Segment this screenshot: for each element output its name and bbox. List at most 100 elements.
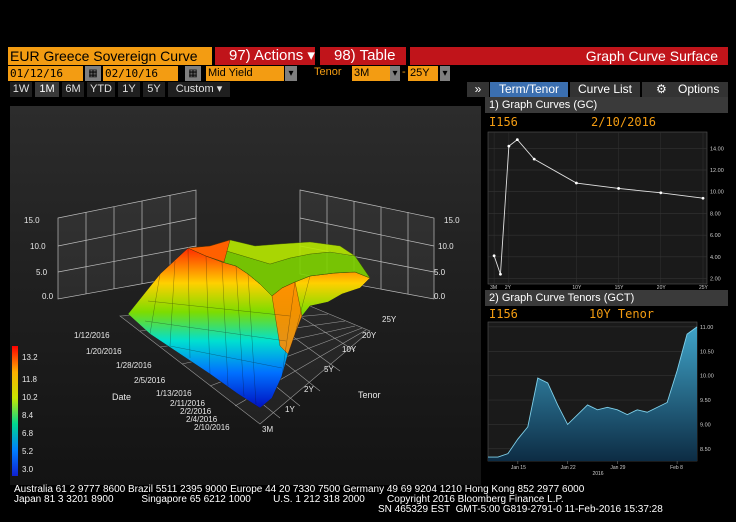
gct-y-tick: 11.00 — [700, 325, 713, 331]
date-axis-tick: 1/13/2016 — [156, 389, 192, 398]
left-wall-tick: 15.0 — [24, 216, 40, 225]
surface-svg: 15.0 10.0 5.0 0.0 15.0 10.0 5.0 0.0 1/12… — [12, 189, 460, 476]
gc-point — [617, 187, 620, 190]
tenor-to-select[interactable]: 25Y — [408, 66, 438, 81]
left-wall-tick: 5.0 — [36, 268, 48, 277]
gc-point — [499, 272, 502, 276]
left-wall-tick: 0.0 — [42, 292, 54, 301]
start-date-field[interactable]: 01/12/16 — [8, 66, 83, 81]
gc-point — [532, 157, 536, 161]
gct-x-tick: Jan 22 — [561, 465, 576, 471]
actions-button[interactable]: 97) Actions ▾ — [215, 47, 315, 65]
end-date-calendar-icon[interactable]: ▦ — [185, 66, 201, 81]
tab-term-tenor[interactable]: Term/Tenor — [490, 82, 568, 97]
gc-y-tick: 14.00 — [710, 146, 724, 152]
gc-x-tick: 10Y — [572, 285, 582, 289]
actions-label: 97) Actions ▾ — [229, 47, 315, 64]
tenor-axis-tick: 20Y — [362, 331, 377, 340]
gc-y-tick: 2.00 — [710, 277, 721, 283]
gc-point — [575, 181, 578, 185]
date-axis-tick: 1/12/2016 — [74, 331, 110, 340]
right-wall-tick: 15.0 — [444, 216, 460, 225]
tenor-from-dropdown-icon[interactable]: ▾ — [390, 66, 400, 81]
legend-label: 11.8 — [22, 375, 38, 384]
gc-y-tick: 4.00 — [710, 255, 721, 261]
footer-session: SN 465329 EST GMT-5:00 G819-2791-0 11-Fe… — [378, 504, 663, 515]
tenor-label: Tenor — [314, 66, 342, 78]
gc-point — [507, 144, 511, 148]
table-label: 98) Table — [334, 47, 396, 64]
tenor-axis-tick: 2Y — [304, 385, 314, 394]
legend-label: 13.2 — [22, 353, 38, 362]
right-wall-tick: 0.0 — [434, 292, 446, 301]
gc-x-tick: 2Y — [505, 285, 512, 289]
tenor-axis-label: Tenor — [358, 390, 381, 400]
gct-y-tick: 10.00 — [700, 374, 714, 380]
tenor-axis-tick: 3M — [262, 425, 273, 434]
gct-y-tick: 9.00 — [700, 422, 711, 428]
date-axis-tick: 2/5/2016 — [134, 376, 166, 385]
gc-plot-area — [487, 131, 708, 285]
tenor-to-dropdown-icon[interactable]: ▾ — [440, 66, 450, 81]
left-wall-tick: 10.0 — [30, 242, 46, 251]
end-date-field[interactable]: 02/10/16 — [103, 66, 178, 81]
options-button[interactable]: ⚙ Options — [642, 82, 728, 97]
range-6m[interactable]: 6M — [62, 82, 84, 97]
gct-x-tick: Feb 8 — [670, 465, 683, 471]
panel-curve-tenors-header[interactable]: 2) Graph Curve Tenors (GCT) — [485, 290, 728, 306]
range-1y[interactable]: 1Y — [118, 82, 140, 97]
range-custom[interactable]: Custom ▾ — [168, 82, 230, 97]
tenor-separator: - — [402, 66, 406, 78]
gc-point — [701, 196, 705, 200]
legend-label: 6.8 — [22, 429, 34, 438]
tenor-axis-tick: 5Y — [324, 365, 334, 374]
tenor-from-select[interactable]: 3M — [352, 66, 390, 81]
gc-point — [492, 254, 496, 258]
date-axis-tick: 1/20/2016 — [86, 347, 122, 356]
date-axis-label: Date — [112, 392, 131, 402]
legend-label: 8.4 — [22, 411, 34, 420]
gct-x-tick: Jan 29 — [610, 465, 625, 471]
tenor-axis-tick: 10Y — [342, 345, 357, 354]
gc-y-tick: 12.00 — [710, 168, 724, 174]
date-axis-tick: 1/28/2016 — [116, 361, 152, 370]
curve-title[interactable]: EUR Greece Sovereign Curve — [8, 47, 212, 65]
range-ytd[interactable]: YTD — [87, 82, 115, 97]
tenor-axis-tick: 1Y — [285, 405, 295, 414]
surface-chart[interactable]: 15.0 10.0 5.0 0.0 15.0 10.0 5.0 0.0 1/12… — [10, 106, 481, 485]
gc-y-tick: 10.00 — [710, 190, 724, 196]
collapse-panel-button[interactable]: » — [467, 82, 489, 97]
field-dropdown-icon[interactable]: ▾ — [285, 66, 297, 81]
function-title: Graph Curve Surface — [585, 48, 718, 64]
start-date-calendar-icon[interactable]: ▦ — [85, 66, 101, 81]
gc-y-tick: 8.00 — [710, 211, 721, 217]
legend-label: 10.2 — [22, 393, 38, 402]
panel2-tenor: 10Y Tenor — [589, 307, 655, 321]
gc-x-tick: 3M — [490, 285, 497, 289]
gc-point — [659, 191, 663, 195]
range-1m[interactable]: 1M — [35, 82, 59, 97]
panel1-date: 2/10/2016 — [591, 115, 657, 129]
gct-x-tick: Jan 15 — [511, 465, 526, 471]
gear-icon: ⚙ — [656, 82, 667, 96]
tab-curve-list[interactable]: Curve List — [570, 82, 640, 97]
range-1w[interactable]: 1W — [10, 82, 32, 97]
panel-graph-curves-header[interactable]: 1) Graph Curves (GC) — [485, 97, 728, 113]
legend-label: 3.0 — [22, 465, 34, 474]
curve-chart[interactable]: 14.00 12.00 10.00 8.00 6.00 4.00 2.00 3M 2Y 10Y 15… — [485, 128, 728, 289]
options-label: Options — [678, 82, 720, 96]
field-select[interactable]: Mid Yield — [206, 66, 284, 81]
color-legend: 13.2 11.8 10.2 8.4 6.8 5.2 3.0 — [12, 346, 38, 476]
function-title-bar: Graph Curve Surface — [410, 47, 728, 65]
right-wall-tick: 10.0 — [438, 242, 454, 251]
date-axis-tick: 2/10/2016 — [194, 423, 230, 432]
range-5y[interactable]: 5Y — [143, 82, 165, 97]
gc-x-tick: 20Y — [657, 285, 667, 289]
gc-point — [515, 138, 519, 141]
table-button[interactable]: 98) Table — [320, 47, 406, 65]
gc-x-tick: 25Y — [699, 285, 709, 289]
gct-x-year: 2016 — [592, 471, 603, 477]
gc-y-tick: 6.00 — [710, 233, 721, 239]
tenor-chart[interactable]: 11.00 10.50 10.00 9.50 9.00 8.50 Jan 15 Jan 22 J… — [485, 320, 728, 484]
gct-y-tick: 9.50 — [700, 398, 711, 404]
